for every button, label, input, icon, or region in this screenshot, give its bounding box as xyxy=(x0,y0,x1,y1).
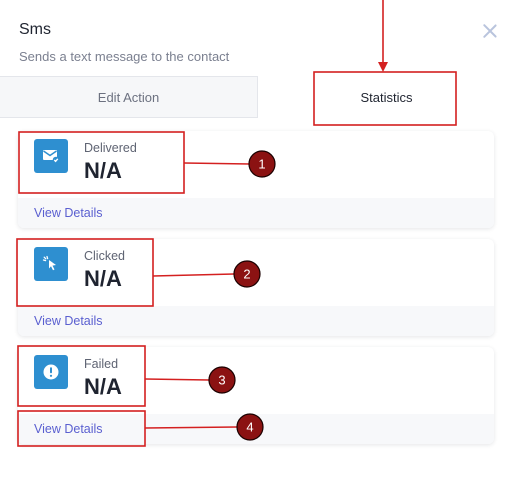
panel-title: Sms xyxy=(19,21,51,38)
stat-label: Failed xyxy=(84,357,119,371)
tab-bar: Edit Action Statistics xyxy=(0,76,513,118)
envelope-check-icon xyxy=(34,139,68,173)
exclamation-circle-icon xyxy=(34,355,68,389)
stat-label: Clicked xyxy=(84,249,125,263)
tab-edit-action[interactable]: Edit Action xyxy=(0,76,258,118)
stat-value: N/A xyxy=(84,374,122,399)
stat-card-clicked: Clicked N/A View Details xyxy=(18,239,494,336)
panel-subtitle: Sends a text message to the contact xyxy=(19,49,230,64)
cursor-click-icon xyxy=(34,247,68,281)
stat-value: N/A xyxy=(84,158,122,183)
view-details-link[interactable]: View Details xyxy=(34,206,103,220)
view-details-link[interactable]: View Details xyxy=(34,314,103,328)
view-details-link[interactable]: View Details xyxy=(34,422,103,436)
card-footer: View Details xyxy=(18,414,494,444)
card-footer: View Details xyxy=(18,198,494,228)
close-icon[interactable] xyxy=(482,23,498,39)
stat-card-delivered: Delivered N/A View Details xyxy=(18,131,494,228)
stat-value: N/A xyxy=(84,266,122,291)
annotation-arrowhead xyxy=(378,62,388,72)
tab-statistics[interactable]: Statistics xyxy=(258,76,513,118)
stat-label: Delivered xyxy=(84,141,137,155)
stat-card-failed: Failed N/A View Details xyxy=(18,347,494,444)
card-footer: View Details xyxy=(18,306,494,336)
